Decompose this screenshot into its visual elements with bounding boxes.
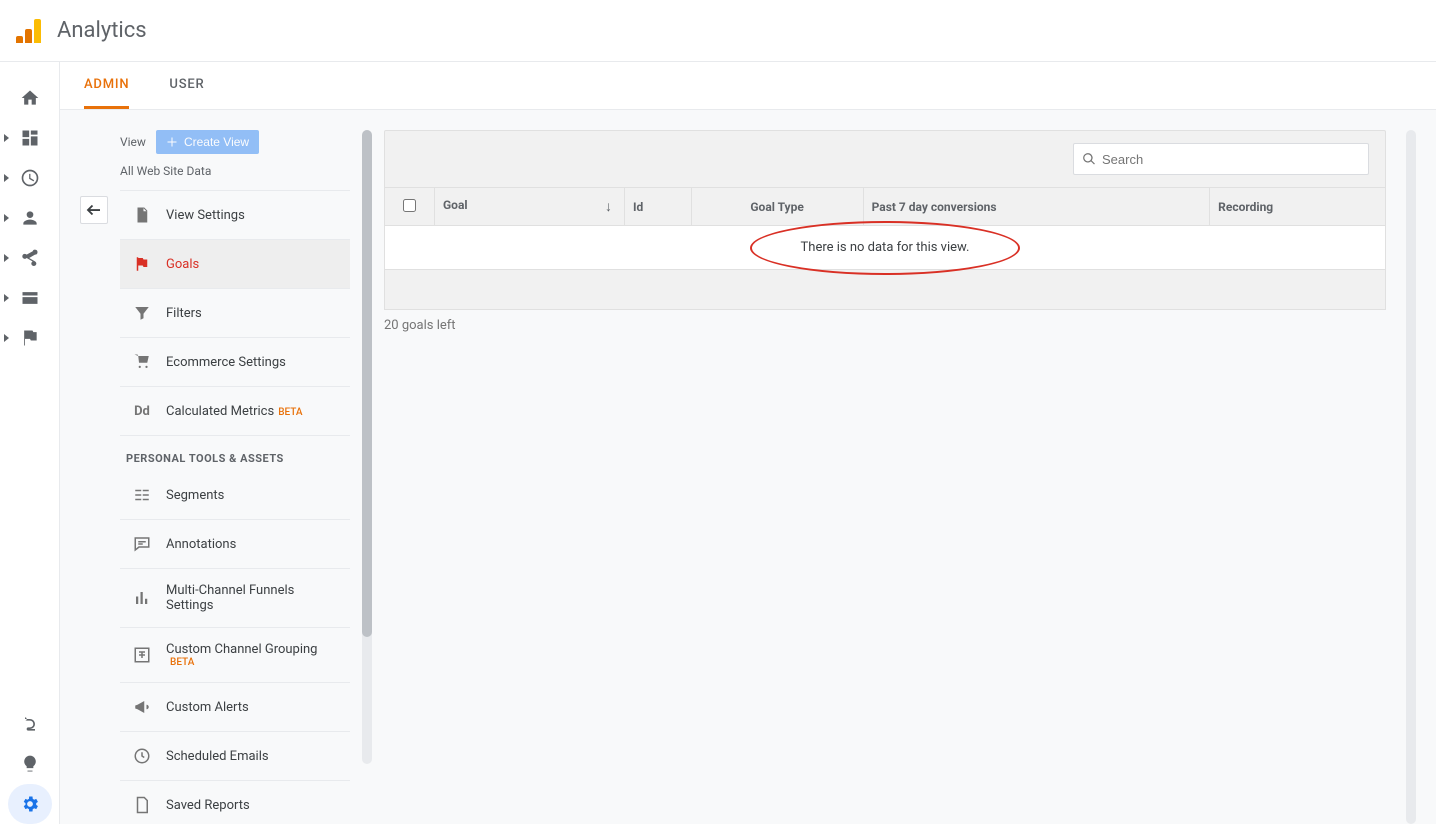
rail-admin[interactable] <box>8 784 52 824</box>
nav-label: Ecommerce Settings <box>166 355 286 370</box>
view-sidebar: View Create View All Web Site Data View … <box>120 130 350 824</box>
nav-filters[interactable]: Filters <box>120 289 350 338</box>
col-past7[interactable]: Past 7 day conversions <box>863 188 1210 226</box>
nav-custom-alerts[interactable]: Custom Alerts <box>120 683 350 732</box>
col-goal-type[interactable]: Goal Type <box>691 188 863 226</box>
nav-ecommerce[interactable]: Ecommerce Settings <box>120 338 350 387</box>
nav-label: Goals <box>166 257 199 272</box>
nav-goals[interactable]: Goals <box>120 240 350 289</box>
nav-rail <box>0 62 60 824</box>
funnel-icon <box>132 303 152 323</box>
path-icon <box>20 714 40 734</box>
nav-segments[interactable]: Segments <box>120 471 350 520</box>
rail-attribution[interactable] <box>0 704 59 744</box>
content-scrollbar[interactable] <box>1406 130 1416 824</box>
nav-label: Calculated MetricsBETA <box>166 404 303 419</box>
gear-icon <box>20 794 40 814</box>
sort-down-icon: ↓ <box>605 198 612 215</box>
bar-chart-icon <box>132 588 152 608</box>
grouping-icon <box>132 645 152 665</box>
card-icon <box>20 288 40 308</box>
nav-label: Scheduled Emails <box>166 749 269 764</box>
nav-label: Segments <box>166 488 224 503</box>
back-button[interactable] <box>80 196 108 224</box>
chevron-right-icon <box>4 294 9 302</box>
nav-custom-channel[interactable]: Custom Channel GroupingBETA <box>120 628 350 683</box>
create-view-button[interactable]: Create View <box>156 130 259 154</box>
back-arrow-icon <box>85 204 103 216</box>
sidebar-scrollbar[interactable] <box>362 130 372 764</box>
nav-multi-channel[interactable]: Multi-Channel Funnels Settings <box>120 569 350 628</box>
chevron-right-icon <box>4 254 9 262</box>
rail-conversions[interactable] <box>0 318 59 358</box>
chevron-right-icon <box>4 134 9 142</box>
goals-left: 20 goals left <box>384 318 1386 333</box>
chevron-right-icon <box>4 334 9 342</box>
flag-icon <box>132 254 152 274</box>
analytics-logo-icon <box>16 19 41 43</box>
rail-acquisition[interactable] <box>0 238 59 278</box>
share-icon <box>20 248 40 268</box>
search-icon <box>1082 152 1096 166</box>
nav-label: Custom Channel GroupingBETA <box>166 642 318 668</box>
document-icon <box>132 205 152 225</box>
nav-section-header: PERSONAL TOOLS & ASSETS <box>120 436 350 471</box>
rail-realtime[interactable] <box>0 158 59 198</box>
view-label: View <box>120 135 146 149</box>
nav-saved-reports[interactable]: Saved Reports <box>120 781 350 824</box>
nav-annotations[interactable]: Annotations <box>120 520 350 569</box>
nav-label: Annotations <box>166 537 236 552</box>
rail-discover[interactable] <box>0 744 59 784</box>
segments-icon <box>132 485 152 505</box>
dashboard-icon <box>20 128 40 148</box>
tab-admin[interactable]: ADMIN <box>84 62 129 109</box>
dd-icon: Dd <box>132 401 152 421</box>
table-footer <box>384 270 1386 310</box>
top-bar: Analytics <box>0 0 1436 62</box>
rail-behavior[interactable] <box>0 278 59 318</box>
nav-view-settings[interactable]: View Settings <box>120 191 350 240</box>
home-icon <box>20 88 40 108</box>
nav-scheduled-emails[interactable]: Scheduled Emails <box>120 732 350 781</box>
nav-label: Custom Alerts <box>166 700 249 715</box>
flag-icon <box>20 328 40 348</box>
select-all-checkbox[interactable] <box>403 199 416 212</box>
search-input[interactable] <box>1102 152 1360 167</box>
view-name[interactable]: All Web Site Data <box>120 164 350 191</box>
nav-label: Multi-Channel Funnels Settings <box>166 583 338 613</box>
col-goal[interactable]: Goal↓ <box>435 188 625 226</box>
nav-label: View Settings <box>166 208 245 223</box>
comment-icon <box>132 534 152 554</box>
chevron-right-icon <box>4 214 9 222</box>
chevron-right-icon <box>4 174 9 182</box>
lightbulb-icon <box>20 754 40 774</box>
admin-tabs: ADMIN USER <box>60 62 1436 110</box>
col-id[interactable]: Id <box>625 188 692 226</box>
create-view-label: Create View <box>184 135 249 149</box>
empty-message: There is no data for this view. <box>801 240 970 255</box>
col-recording[interactable]: Recording <box>1210 188 1386 226</box>
product-name: Analytics <box>57 18 147 43</box>
nav-label: Saved Reports <box>166 798 250 813</box>
goals-content: Goal↓ Id Goal Type Past 7 day conversion… <box>384 130 1386 824</box>
file-icon <box>132 795 152 815</box>
empty-row: There is no data for this view. <box>385 226 1386 270</box>
megaphone-icon <box>132 697 152 717</box>
goals-table: Goal↓ Id Goal Type Past 7 day conversion… <box>384 187 1386 270</box>
clock-icon <box>132 746 152 766</box>
clock-icon <box>20 168 40 188</box>
search-box[interactable] <box>1073 143 1369 175</box>
rail-reports[interactable] <box>0 118 59 158</box>
rail-audience[interactable] <box>0 198 59 238</box>
nav-label: Filters <box>166 306 202 321</box>
cart-icon <box>132 352 152 372</box>
tab-user[interactable]: USER <box>169 62 204 109</box>
plus-icon <box>166 136 178 148</box>
person-icon <box>20 208 40 228</box>
nav-calculated-metrics[interactable]: Dd Calculated MetricsBETA <box>120 387 350 436</box>
rail-home[interactable] <box>0 78 59 118</box>
